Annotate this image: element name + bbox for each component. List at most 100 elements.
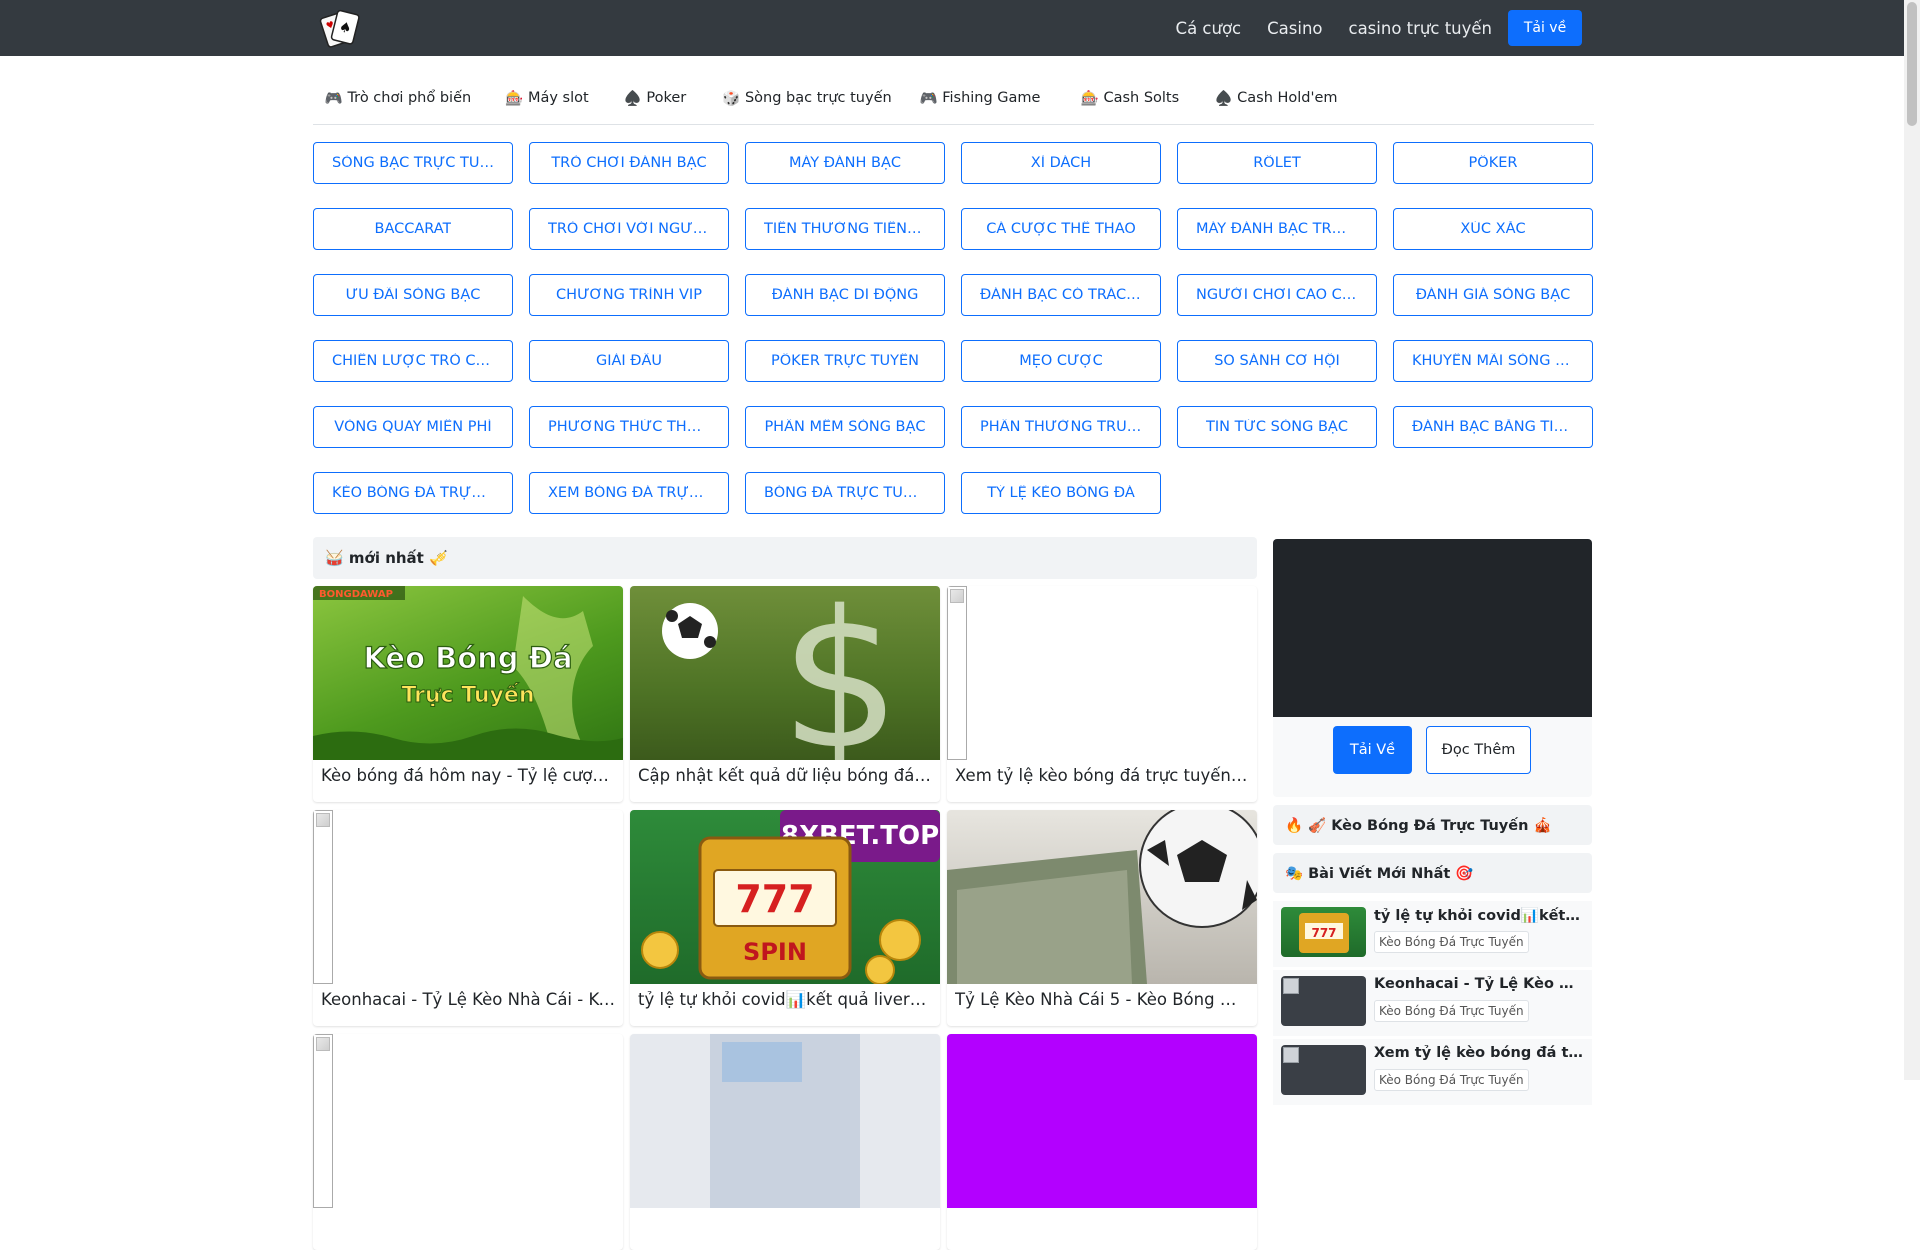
tag-button[interactable]: XÚC XẮC (1393, 208, 1593, 250)
tag-button[interactable]: TRÒ CHƠI ĐÁNH BẠC (529, 142, 729, 184)
article-card[interactable]: Keonhacai - Tỷ Lệ Kèo Nhà Cái - Kèo Bóng… (313, 810, 623, 1026)
post-thumbnail[interactable]: 777 (1281, 907, 1366, 957)
post-thumbnail[interactable] (1281, 1045, 1366, 1095)
tag-button[interactable]: TRÒ CHƠI VỚI NGƯỜI CHIA BÀI (529, 208, 729, 250)
article-image[interactable] (947, 810, 1257, 984)
gamepad-icon: 🎮 (919, 90, 938, 107)
tag-button[interactable]: PHƯƠNG THỨC THANH TOÁN (529, 406, 729, 448)
article-image[interactable]: 8XBET.TOP 777 SPIN (630, 810, 940, 984)
article-card[interactable] (313, 1034, 623, 1250)
article-image[interactable] (947, 1034, 1257, 1208)
tag-button[interactable]: MÁY ĐÁNH BẠC TRỰC TUYẾN (1177, 208, 1377, 250)
tag-button[interactable]: ĐÁNH BẠC CÓ TRÁCH NHIỆM (961, 274, 1161, 316)
tag-button[interactable]: CHƯƠNG TRÌNH VIP (529, 274, 729, 316)
tag-button[interactable]: GIẢI ĐẤU (529, 340, 729, 382)
post-title[interactable]: Keonhacai - Tỷ Lệ Kèo Nhà Cái (1374, 976, 1584, 992)
article-card[interactable] (947, 1034, 1257, 1250)
tag-button[interactable]: VÒNG QUAY MIỄN PHÍ (313, 406, 513, 448)
tag-button[interactable]: NGƯỜI CHƠI CAO CẤP (1177, 274, 1377, 316)
article-title[interactable]: tỷ lệ tự khỏi covid📊kết quả liverpool (638, 990, 932, 1010)
tab-cash-holdem[interactable]: ♠️ Cash Hold'em (1201, 72, 1351, 125)
tag-button[interactable]: TIN TỨC SÒNG BẠC (1177, 406, 1377, 448)
tag-button[interactable]: XÌ DÁCH (961, 142, 1161, 184)
nav-link-betting[interactable]: Cá cược (1176, 19, 1242, 38)
tag-button[interactable]: ĐÁNH GIÁ SÒNG BẠC (1393, 274, 1593, 316)
post-category-tag[interactable]: Kèo Bóng Đá Trực Tuyến (1374, 1069, 1529, 1091)
tab-cash-slots[interactable]: 🎰 Cash Solts (1067, 72, 1193, 125)
tab-label: Máy slot (527, 90, 589, 106)
post-category-tag[interactable]: Kèo Bóng Đá Trực Tuyến (1374, 931, 1529, 953)
page-scrollbar[interactable] (1904, 0, 1920, 1080)
article-title[interactable]: Tỷ Lệ Kèo Nhà Cái 5 - Kèo Bóng Đá Trực T… (955, 990, 1249, 1009)
sidebar-post[interactable]: Keonhacai - Tỷ Lệ Kèo Nhà Cái Kèo Bóng Đ… (1273, 970, 1592, 1036)
tag-button[interactable]: CHIẾN LƯỢC TRÒ CHƠI (313, 340, 513, 382)
article-card[interactable]: Tỷ Lệ Kèo Nhà Cái 5 - Kèo Bóng Đá Trực T… (947, 810, 1257, 1026)
article-image[interactable]: $ (630, 586, 940, 760)
tag-button[interactable]: PÔKER (1393, 142, 1593, 184)
video-player[interactable] (1273, 539, 1592, 717)
scrollbar-thumb[interactable] (1907, 2, 1917, 126)
article-title[interactable]: Kèo bóng đá hôm nay - Tỷ lệ cược bóng đá… (321, 766, 615, 785)
article-image[interactable] (947, 586, 1257, 760)
article-card[interactable]: BONGDAWAP Kèo Bóng Đá Trực Tuyến Kèo bón… (313, 586, 623, 802)
post-title[interactable]: tỷ lệ tự khỏi covid📊kết quả liverpool (1374, 907, 1584, 924)
tag-button[interactable]: CÁ CƯỢC THỂ THAO (961, 208, 1161, 250)
tag-button[interactable]: SO SÁNH CƠ HỘI (1177, 340, 1377, 382)
tag-button[interactable]: SÒNG BẠC TRỰC TUYẾN (313, 142, 513, 184)
article-card[interactable]: $ Cập nhật kết quả dữ liệu bóng đá trực … (630, 586, 940, 802)
article-title[interactable]: Cập nhật kết quả dữ liệu bóng đá trực tu… (638, 766, 932, 785)
banner-subtitle: Trực Tuyến (402, 683, 535, 708)
post-thumbnail[interactable] (1281, 976, 1366, 1026)
brand-watermark: BONGDAWAP (319, 589, 393, 600)
article-image[interactable] (313, 810, 623, 984)
sidebar-read-more-button[interactable]: Đọc Thêm (1426, 726, 1531, 774)
tag-button[interactable]: TỶ LỆ KÈO BÓNG ĐÁ (961, 472, 1161, 514)
post-title[interactable]: Xem tỷ lệ kèo bóng đá trực tuyến (1374, 1045, 1584, 1061)
article-card[interactable]: 8XBET.TOP 777 SPIN tỷ lệ tự khỏi covid📊k… (630, 810, 940, 1026)
article-card[interactable] (630, 1034, 940, 1250)
article-image[interactable]: BONGDAWAP Kèo Bóng Đá Trực Tuyến (313, 586, 623, 760)
tab-poker[interactable]: ♠️ Poker (611, 72, 699, 125)
tag-button[interactable]: ĐÁNH BẠC BẰNG TIỀN THẬT (1393, 406, 1593, 448)
playing-cards-logo-icon[interactable]: ♥ ♠ (318, 6, 364, 50)
tab-fishing-game[interactable]: 🎮 Fishing Game (911, 72, 1049, 125)
nav-download-button[interactable]: Tải về (1508, 10, 1582, 46)
tag-button[interactable]: TIỀN THƯỞNG TIỀN GỬI (745, 208, 945, 250)
tab-label: Fishing Game (942, 90, 1041, 106)
article-title[interactable]: Keonhacai - Tỷ Lệ Kèo Nhà Cái - Kèo Bóng… (321, 990, 615, 1009)
tag-button[interactable]: KÈO BÓNG ĐÁ TRỰC TUYẾN (313, 472, 513, 514)
article-title[interactable]: Xem tỷ lệ kèo bóng đá trực tuyến hôm nay (955, 766, 1249, 785)
sidebar-post[interactable]: 777 tỷ lệ tự khỏi covid📊kết quả liverpoo… (1273, 901, 1592, 967)
article-image[interactable] (630, 1034, 940, 1208)
tag-button[interactable]: BÓNG ĐÁ TRỰC TUYẾN (745, 472, 945, 514)
sidebar-promo-box: Tải Về Đọc Thêm (1273, 539, 1592, 797)
tag-button[interactable]: PHẦN THƯỞNG TRUNG THÀNH (961, 406, 1161, 448)
tab-label: Cash Solts (1103, 90, 1180, 106)
tab-label: Poker (646, 90, 687, 106)
tag-button[interactable]: MẸO CƯỢC (961, 340, 1161, 382)
spade-icon: ♠️ (1214, 90, 1233, 107)
nav-link-casino[interactable]: Casino (1267, 19, 1322, 38)
sidebar-post[interactable]: Xem tỷ lệ kèo bóng đá trực tuyến Kèo Bón… (1273, 1039, 1592, 1105)
tag-button[interactable]: PHẦN MỀM SÒNG BẠC (745, 406, 945, 448)
sidebar-download-button[interactable]: Tải Về (1333, 726, 1412, 774)
nav-link-online-casino[interactable]: casino trực tuyến (1349, 19, 1493, 38)
tag-button[interactable]: PÔKER TRỰC TUYẾN (745, 340, 945, 382)
svg-text:$: $ (780, 586, 901, 760)
article-image[interactable] (313, 1034, 623, 1208)
post-category-tag[interactable]: Kèo Bóng Đá Trực Tuyến (1374, 1000, 1529, 1022)
tab-label: Cash Hold'em (1237, 90, 1338, 106)
tab-slot-machines[interactable]: 🎰 Máy slot (491, 72, 603, 125)
tag-button[interactable]: RÔLET (1177, 142, 1377, 184)
sidebar-section-football-odds[interactable]: 🔥 🎻 Kèo Bóng Đá Trực Tuyến 🎪 (1273, 805, 1592, 845)
article-card[interactable]: Xem tỷ lệ kèo bóng đá trực tuyến hôm nay (947, 586, 1257, 802)
tab-online-casino[interactable]: 🎲 Sòng bạc trực tuyến (709, 72, 905, 125)
tag-button[interactable]: XEM BÓNG ĐÁ TRỰC TUYẾN (529, 472, 729, 514)
tag-button[interactable]: BACCARAT (313, 208, 513, 250)
tag-button[interactable]: ƯU ĐÃI SÒNG BẠC (313, 274, 513, 316)
broken-image-icon (313, 1034, 333, 1208)
tag-button[interactable]: MÁY ĐÁNH BẠC (745, 142, 945, 184)
tag-button[interactable]: ĐÁNH BẠC DI ĐỘNG (745, 274, 945, 316)
tab-popular-games[interactable]: 🎮 Trò chơi phổ biến (313, 72, 483, 125)
tag-button[interactable]: KHUYẾN MÃI SÒNG BẠC (1393, 340, 1593, 382)
